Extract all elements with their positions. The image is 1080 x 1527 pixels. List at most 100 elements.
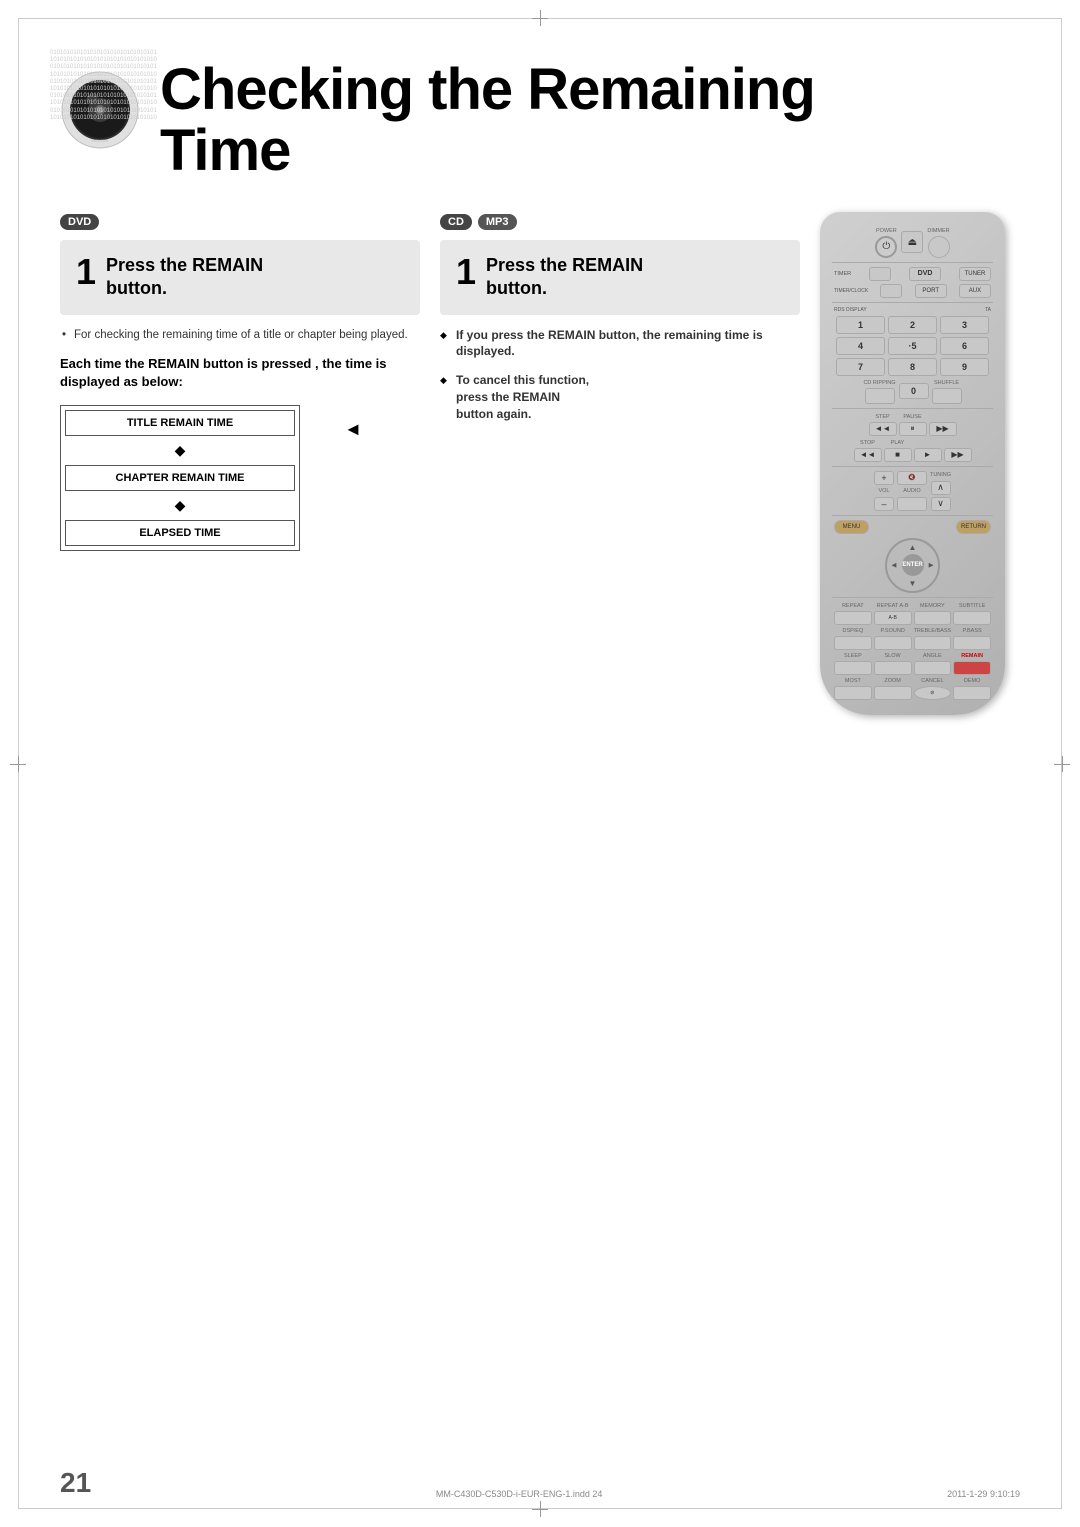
demo-button[interactable] [953,686,991,700]
vol-minus-button[interactable]: – [874,497,894,511]
play-button[interactable]: ► [914,448,942,462]
flow-item1: TITLE REMAIN TIME [65,410,295,436]
memory-button[interactable] [914,611,952,625]
nav-right[interactable]: ► [927,561,935,570]
remote-section: POWER ⏻ ⏏ DIMMER TIMER DVD TUNER TIMER/C… [820,212,1020,715]
psound-button[interactable] [874,636,912,650]
btn-0[interactable]: 0 [899,383,929,399]
sleep-button[interactable] [834,661,872,675]
rev-button[interactable]: ◄◄ [854,448,882,462]
cd-diamond1: If you press the REMAIN button, the rema… [440,327,800,361]
nav-up[interactable]: ▲ [909,543,917,552]
pause-label: PAUSE [903,414,921,420]
btn-4[interactable]: 4 [836,337,885,355]
tuning-label: TUNING [930,472,951,478]
btn-8[interactable]: 8 [888,358,937,376]
dvd-section: DVD 1 Press the REMAIN button. For check… [60,212,420,715]
mute-button[interactable]: 🔇 [897,471,927,485]
demo-label: DEMO [964,678,981,684]
stop-button[interactable]: ■ [884,448,912,462]
treble-bass-button[interactable] [914,636,952,650]
fwd-button[interactable]: ▶▶ [944,448,972,462]
timer-button[interactable] [869,267,891,281]
btn-1[interactable]: 1 [836,316,885,334]
dvd-step1-box: 1 Press the REMAIN button. [60,240,420,315]
btn-2[interactable]: 2 [888,316,937,334]
repeat-button[interactable] [834,611,872,625]
pause-button[interactable]: ⏸ [899,422,927,436]
power-button[interactable]: ⏻ [875,236,897,258]
cd-ripping-button[interactable] [865,388,895,404]
prev-button[interactable]: ◄◄ [869,422,897,436]
aux-button[interactable]: AUX [959,284,991,298]
nav-left[interactable]: ◄ [890,561,898,570]
remain-button[interactable] [953,661,991,675]
page-footer: 21 MM-C430D-C530D-i-EUR-ENG-1.indd 24 20… [60,1467,1020,1499]
cross-left [10,756,26,772]
footer-filename: MM-C430D-C530D-i-EUR-ENG-1.indd 24 [436,1489,603,1499]
enter-button[interactable]: ENTER [902,554,924,576]
binary-decoration: 01010101010101010101010101010101 1010101… [50,50,180,122]
port-button[interactable]: PORT [915,284,947,298]
dvd-button[interactable]: DVD [909,267,941,281]
angle-button[interactable] [914,661,952,675]
btn-3[interactable]: 3 [940,316,989,334]
nav-down[interactable]: ▼ [909,579,917,588]
menu-button[interactable]: MENU [834,520,869,534]
tuning-up-button[interactable]: ∧ [931,481,951,495]
cross-right [1054,756,1070,772]
return-button[interactable]: RETURN [956,520,991,534]
btn-6[interactable]: 6 [940,337,989,355]
dspreq-button[interactable] [834,636,872,650]
cross-top [532,10,548,26]
flow-arrow1: ◆ [61,440,299,461]
vol-plus-button[interactable]: + [874,471,894,485]
flow-right-arrow: ◄ [344,419,362,440]
timer-clock-label: TIMER/CLOCK [834,288,868,294]
shuffle-button[interactable] [932,388,962,404]
tuner-button[interactable]: TUNER [959,267,991,281]
repeat-ab-button[interactable]: A-B [874,611,912,625]
zoom-button[interactable] [874,686,912,700]
most-button[interactable] [834,686,872,700]
flow-item2: CHAPTER REMAIN TIME [65,465,295,491]
stop-label: STOP [860,440,875,446]
power-label: POWER [876,228,897,234]
svg-text:01010101: 01010101 [91,138,110,143]
btn-5[interactable]: ·5 [888,337,937,355]
timer-label: TIMER [834,271,851,277]
nav-circle: ▲ ▼ ◄ ► ENTER [885,538,940,593]
btn-7[interactable]: 7 [836,358,885,376]
subtitle-label: SUBTITLE [959,603,985,609]
sleep-label: SLEEP [844,653,862,659]
cd-step1-box: 1 Press the REMAIN button. [440,240,800,315]
flow-item3: ELAPSED TIME [65,520,295,546]
bottom-buttons: REPEAT REPEAT A-B A-B MEMORY SUBTITLE DS… [834,602,991,700]
remain-label: REMAIN [961,653,983,659]
subtitle-button[interactable] [953,611,991,625]
slow-button[interactable] [874,661,912,675]
next-button[interactable]: ▶▶ [929,422,957,436]
dvd-badge: DVD [60,214,99,230]
cancel-button[interactable]: ⊘ [914,686,952,700]
cd-step1-num: 1 [456,254,476,290]
cd-label: CD [440,214,472,230]
dvd-instruction: Each time the REMAIN button is pressed ,… [60,355,420,391]
timer-clock-button[interactable] [880,284,902,298]
most-label: MOST [845,678,861,684]
flow-diagram: TITLE REMAIN TIME ◆ CHAPTER REMAIN TIME … [60,405,360,551]
dvd-step1-text: Press the REMAIN button. [106,254,263,301]
p-bass-button[interactable] [953,636,991,650]
dimmer-button[interactable] [928,236,950,258]
zoom-label: ZOOM [884,678,901,684]
tuning-down-button[interactable]: ∨ [931,497,951,511]
angle-label: ANGLE [923,653,942,659]
psound-label: P.SOUND [880,628,904,634]
slow-label: SLOW [885,653,901,659]
audio-button[interactable] [897,497,927,511]
dvd-step1-num: 1 [76,254,96,290]
shuffle-label: SHUFFLE [934,380,959,386]
dspreq-label: DSP/EQ [842,628,863,634]
eject-button[interactable]: ⏏ [901,231,923,253]
btn-9[interactable]: 9 [940,358,989,376]
